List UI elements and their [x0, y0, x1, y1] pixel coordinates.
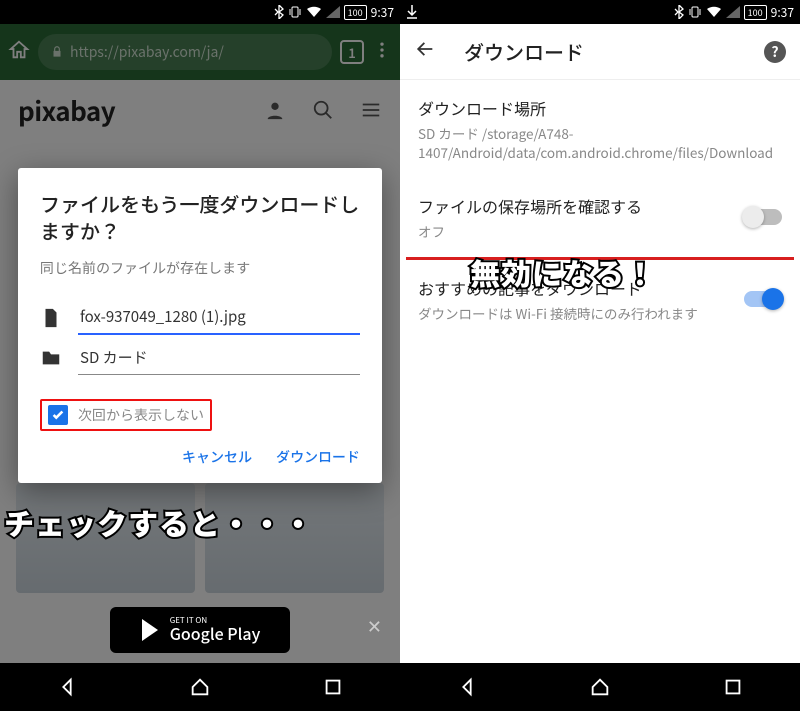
vibrate-icon — [288, 5, 302, 19]
bluetooth-icon — [674, 5, 684, 19]
gplay-big: Google Play — [170, 625, 261, 643]
location-field[interactable]: SD カード — [78, 341, 360, 375]
back-nav-icon[interactable] — [456, 676, 478, 698]
status-bar: 100 9:37 — [400, 0, 800, 24]
android-navbar — [400, 663, 800, 711]
status-time: 9:37 — [371, 4, 394, 21]
file-icon — [40, 307, 62, 329]
back-button[interactable] — [414, 38, 436, 65]
wifi-icon — [306, 6, 322, 18]
setting-download-location[interactable]: ダウンロード場所 SD カード /storage/A748-1407/Andro… — [400, 80, 800, 178]
signal-icon — [326, 6, 340, 18]
dialog-subtitle: 同じ名前のファイルが存在します — [40, 258, 360, 278]
play-icon — [140, 618, 162, 642]
google-play-banner[interactable]: GET IT ON Google Play — [110, 607, 290, 653]
dialog-title: ファイルをもう一度ダウンロードしますか？ — [40, 190, 360, 244]
toggle-off[interactable] — [744, 209, 782, 225]
setting-title: ファイルの保存場所を確認する — [418, 194, 730, 218]
battery-level: 100 — [344, 5, 367, 20]
status-time: 9:37 — [771, 4, 794, 21]
android-navbar — [0, 663, 400, 711]
filename-input[interactable] — [78, 300, 360, 335]
back-nav-icon[interactable] — [56, 676, 78, 698]
setting-subtitle: SD カード /storage/A748-1407/Android/data/c… — [418, 124, 782, 162]
annotation-left: チェックすると・・・ — [4, 500, 314, 544]
download-dialog: ファイルをもう一度ダウンロードしますか？ 同じ名前のファイルが存在します SD … — [18, 168, 382, 483]
battery-level: 100 — [744, 5, 767, 20]
annotation-right: 無効になる！ — [470, 250, 656, 294]
download-status-icon — [406, 5, 418, 19]
banner-close[interactable]: ✕ — [367, 613, 382, 639]
home-nav-icon[interactable] — [589, 676, 611, 698]
dont-show-again-checkbox[interactable]: 次回から表示しない — [40, 399, 212, 431]
setting-subtitle: ダウンロードは Wi-Fi 接続時にのみ行われます — [418, 304, 730, 323]
wifi-icon — [706, 6, 722, 18]
checkbox-label: 次回から表示しない — [78, 405, 204, 425]
recents-nav-icon[interactable] — [722, 676, 744, 698]
vibrate-icon — [688, 5, 702, 19]
checkbox-checked-icon — [48, 405, 68, 425]
download-button[interactable]: ダウンロード — [276, 447, 360, 467]
signal-icon — [726, 6, 740, 18]
page-title: ダウンロード — [464, 37, 736, 66]
bluetooth-icon — [274, 5, 284, 19]
home-nav-icon[interactable] — [189, 676, 211, 698]
folder-icon — [40, 347, 62, 369]
setting-subtitle: オフ — [418, 222, 730, 241]
setting-title: ダウンロード場所 — [418, 96, 782, 120]
settings-appbar: ダウンロード ? — [400, 24, 800, 80]
cancel-button[interactable]: キャンセル — [182, 447, 252, 467]
recents-nav-icon[interactable] — [322, 676, 344, 698]
toggle-on[interactable] — [744, 291, 782, 307]
help-button[interactable]: ? — [764, 41, 786, 63]
status-bar: 100 9:37 — [0, 0, 400, 24]
setting-ask-location[interactable]: ファイルの保存場所を確認する オフ — [400, 178, 800, 257]
